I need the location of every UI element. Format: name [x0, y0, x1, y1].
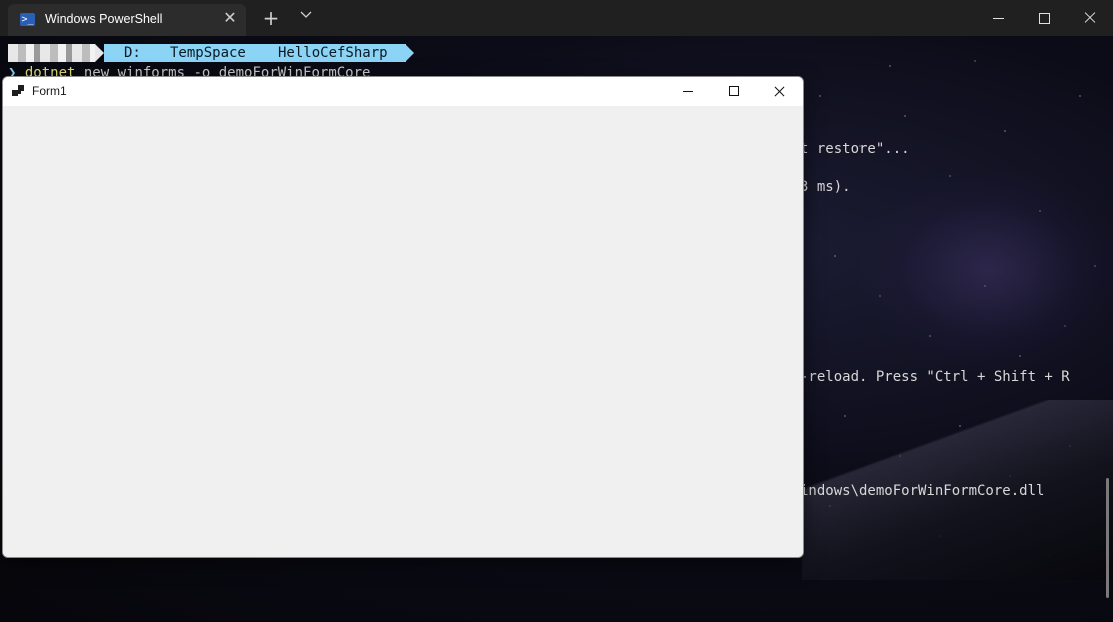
path-folder2-label: HelloCefSharp — [278, 45, 388, 61]
dropdown-chevron-icon[interactable] — [296, 8, 316, 24]
maximize-button[interactable] — [1021, 0, 1067, 36]
minimize-button[interactable] — [975, 0, 1021, 36]
prompt-end-arrow — [405, 44, 414, 62]
path-folder1-label: TempSpace — [170, 45, 246, 61]
form-close-button[interactable] — [757, 77, 803, 106]
path-drive-label: D: — [124, 45, 141, 61]
path-segment-hellocefsharp: HelloCefSharp — [256, 44, 406, 62]
prompt-separator — [95, 44, 104, 62]
output-line: t restore"... — [800, 141, 910, 157]
maximize-icon — [729, 86, 739, 96]
terminal-window: >_ Windows PowerShell ✕ + D: TempSpace H… — [0, 0, 1113, 622]
tab-windows-powershell[interactable]: >_ Windows PowerShell ✕ — [8, 4, 246, 36]
tab-title: Windows PowerShell — [45, 12, 163, 26]
form-title: Form1 — [32, 84, 67, 98]
form-titlebar[interactable]: Form1 — [3, 77, 803, 106]
tab-close-icon[interactable]: ✕ — [222, 10, 238, 26]
form-minimize-button[interactable] — [665, 77, 711, 106]
output-line: -reload. Press "Ctrl + Shift + R — [800, 369, 1070, 385]
path-segment-tempspace: TempSpace — [148, 44, 256, 62]
output-line: indows\demoForWinFormCore.dll — [800, 483, 1045, 499]
user-avatar-pixelated — [8, 44, 95, 62]
form-maximize-button[interactable] — [711, 77, 757, 106]
path-segment-drive: D: — [104, 44, 148, 62]
form-app-icon — [12, 85, 25, 97]
nebula-background — [860, 170, 1113, 370]
form1-window: Form1 — [2, 76, 804, 558]
terminal-titlebar: >_ Windows PowerShell ✕ + — [0, 0, 1113, 36]
powershell-icon: >_ — [20, 13, 35, 26]
minimize-icon — [683, 91, 693, 92]
scrollbar-thumb[interactable] — [1106, 478, 1109, 598]
form-client-area[interactable] — [3, 106, 803, 557]
new-tab-button[interactable]: + — [261, 8, 281, 28]
minimize-icon — [993, 18, 1004, 19]
output-line: 3 ms). — [800, 179, 851, 195]
close-button[interactable] — [1067, 0, 1113, 36]
maximize-icon — [1039, 13, 1050, 24]
